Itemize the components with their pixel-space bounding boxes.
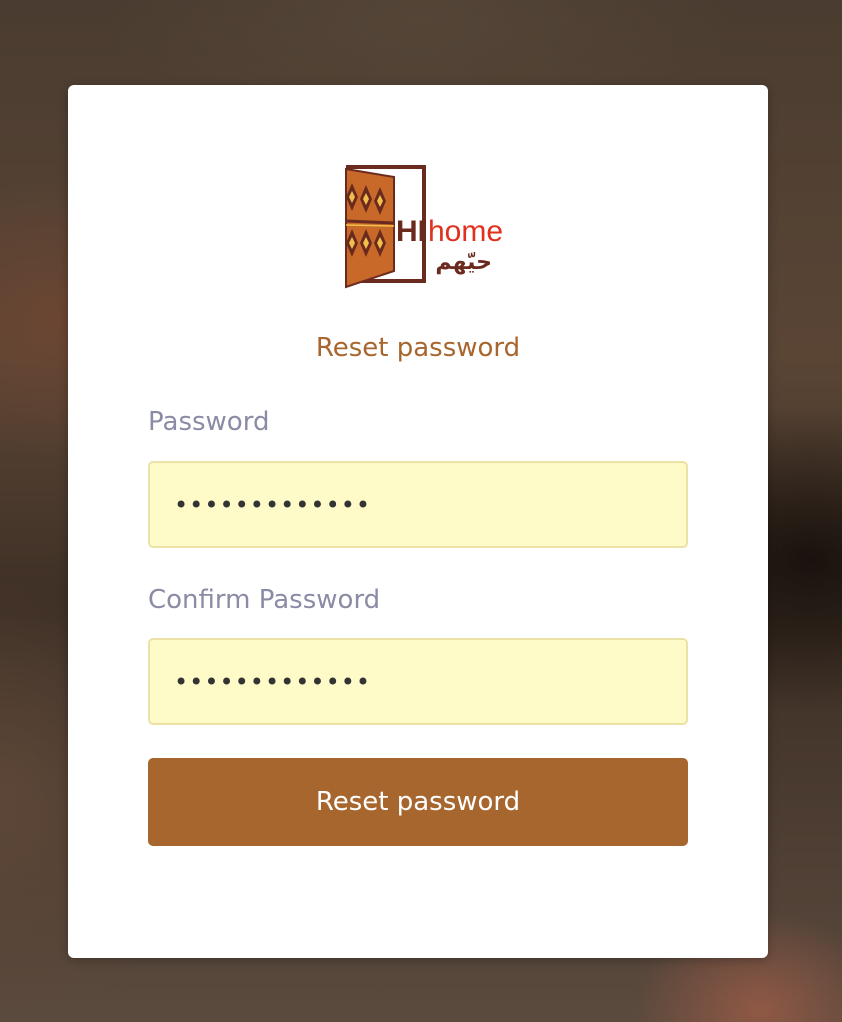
logo-hi-text: HI	[396, 215, 426, 248]
password-label: Password	[148, 407, 270, 437]
logo-arabic-text: حيّهم	[435, 250, 492, 275]
password-field[interactable]	[148, 461, 688, 548]
page-title: Reset password	[315, 333, 521, 363]
confirm-password-field[interactable]	[148, 638, 688, 725]
reset-password-card: HI home حيّهم Reset password Password Co…	[68, 85, 768, 958]
hihome-logo: HI home حيّهم	[345, 165, 502, 289]
confirm-password-label: Confirm Password	[148, 585, 381, 615]
reset-password-button[interactable]: Reset password	[148, 758, 688, 846]
logo-home-text: home	[428, 215, 502, 248]
